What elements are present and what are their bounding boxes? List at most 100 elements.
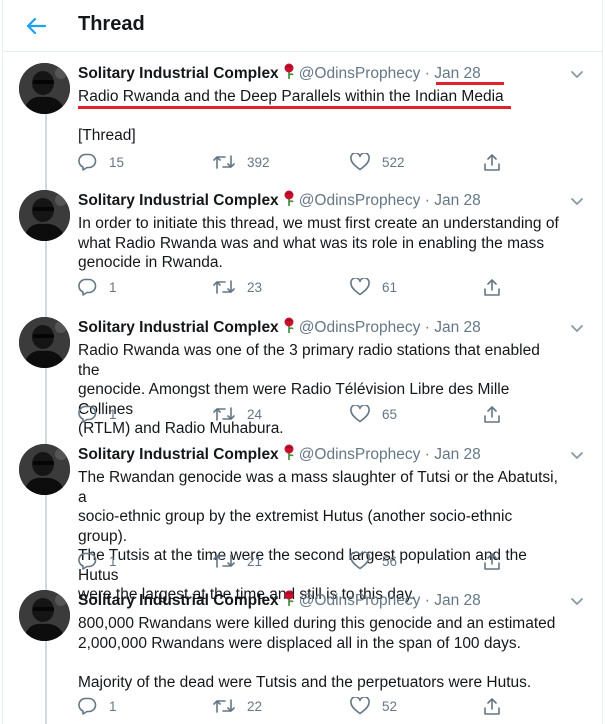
tweet-header: Solitary Industrial Complex @OdinsProphe… <box>78 317 562 340</box>
rose-icon <box>283 444 295 467</box>
tweet-text-line: Radio Rwanda and the Deep Parallels with… <box>78 88 504 105</box>
tweet-text-line <box>78 107 562 127</box>
retweet-count: 22 <box>247 698 263 714</box>
tweet-text-line: Radio Rwanda was one of the 3 primary ra… <box>78 342 540 379</box>
author-handle[interactable]: @OdinsProphecy <box>299 192 421 209</box>
retweet-count: 23 <box>247 279 263 295</box>
tweet-body: Solitary Industrial Complex @OdinsProphe… <box>78 63 562 146</box>
like-button[interactable]: 56 <box>350 552 397 570</box>
reply-button[interactable]: 15 <box>78 153 124 171</box>
tweet-header: Solitary Industrial Complex @OdinsProphe… <box>78 590 562 613</box>
tweet-date[interactable]: Jan 28 <box>434 592 481 609</box>
tweet-menu-button[interactable] <box>568 319 586 337</box>
retweet-button[interactable]: 392 <box>213 153 270 171</box>
tweet-actions: 1 24 65 <box>78 405 508 425</box>
share-button[interactable] <box>483 278 513 297</box>
retweet-button[interactable]: 21 <box>213 552 262 570</box>
tweet-menu-button[interactable] <box>568 192 586 210</box>
tweet-text-line: Majority of the dead were Tutsis and the… <box>78 673 532 691</box>
header-bar: Thread <box>3 0 602 52</box>
thread-connector <box>45 114 47 190</box>
tweet-text: 800,000 Rwandans were killed during this… <box>78 614 562 692</box>
chevron-down-icon <box>571 71 583 78</box>
tweet-text-line: what Radio Rwanda was and what was its r… <box>78 234 545 252</box>
retweet-count: 21 <box>247 553 263 569</box>
reply-count: 1 <box>109 279 117 295</box>
author-name[interactable]: Solitary Industrial Complex <box>78 192 279 209</box>
retweet-count: 392 <box>247 154 270 170</box>
tweet-date[interactable]: Jan 28 <box>434 319 481 336</box>
chevron-down-icon <box>571 452 583 459</box>
author-handle[interactable]: @OdinsProphecy <box>299 446 421 463</box>
reply-icon <box>78 697 97 715</box>
reply-button[interactable]: 1 <box>78 552 117 570</box>
retweet-count: 24 <box>247 406 263 422</box>
avatar[interactable] <box>19 317 70 368</box>
retweet-icon <box>213 280 235 294</box>
author-handle[interactable]: @OdinsProphecy <box>299 65 421 82</box>
like-button[interactable]: 65 <box>350 405 397 423</box>
share-icon <box>484 553 500 570</box>
thread-connector <box>45 641 47 724</box>
retweet-button[interactable]: 24 <box>213 405 262 423</box>
reply-icon <box>78 278 97 296</box>
avatar[interactable] <box>19 63 70 114</box>
heart-icon <box>350 697 370 715</box>
reply-count: 1 <box>109 698 117 714</box>
tweet-menu-button[interactable] <box>568 65 586 83</box>
share-button[interactable] <box>483 552 513 571</box>
retweet-icon <box>213 699 235 713</box>
tweet-text-line: [Thread] <box>78 127 136 144</box>
tweet-text-line: The Rwandan genocide was a mass slaughte… <box>78 469 558 506</box>
tweet-body: Solitary Industrial Complex @OdinsProphe… <box>78 444 562 605</box>
reply-icon <box>78 552 97 570</box>
tweet-menu-button[interactable] <box>568 592 586 610</box>
like-count: 61 <box>382 279 398 295</box>
like-count: 522 <box>382 154 405 170</box>
author-name[interactable]: Solitary Industrial Complex <box>78 592 279 609</box>
share-button[interactable] <box>483 405 513 424</box>
reply-count: 1 <box>109 553 117 569</box>
heart-icon <box>350 552 370 570</box>
avatar[interactable] <box>19 190 70 241</box>
author-handle[interactable]: @OdinsProphecy <box>299 592 421 609</box>
tweet-text-line <box>78 653 562 673</box>
tweet-date[interactable]: Jan 28 <box>434 192 481 209</box>
reply-button[interactable]: 1 <box>78 697 117 715</box>
like-button[interactable]: 52 <box>350 697 397 715</box>
back-button[interactable] <box>21 12 51 40</box>
tweet-date[interactable]: Jan 28 <box>434 446 481 463</box>
tweet-body: Solitary Industrial Complex @OdinsProphe… <box>78 190 562 273</box>
like-count: 65 <box>382 406 398 422</box>
chevron-down-icon <box>571 598 583 605</box>
author-handle[interactable]: @OdinsProphecy <box>299 319 421 336</box>
avatar[interactable] <box>19 590 70 641</box>
author-name[interactable]: Solitary Industrial Complex <box>78 319 279 336</box>
avatar[interactable] <box>19 444 70 495</box>
share-button[interactable] <box>483 697 513 716</box>
retweet-button[interactable]: 22 <box>213 697 262 715</box>
author-name[interactable]: Solitary Industrial Complex <box>78 446 279 463</box>
share-icon <box>484 698 500 715</box>
separator-dot: · <box>424 592 430 609</box>
tweet-text: In order to initiate this thread, we mus… <box>78 214 562 273</box>
share-icon <box>484 406 500 423</box>
retweet-icon <box>213 407 235 421</box>
separator-dot: · <box>424 65 430 82</box>
like-button[interactable]: 522 <box>350 153 405 171</box>
share-button[interactable] <box>483 153 513 172</box>
retweet-button[interactable]: 23 <box>213 278 262 296</box>
author-name[interactable]: Solitary Industrial Complex <box>78 65 279 82</box>
reply-icon <box>78 153 97 171</box>
tweet-actions: 1 21 56 <box>78 552 508 572</box>
tweet-menu-button[interactable] <box>568 446 586 464</box>
reply-button[interactable]: 1 <box>78 278 117 296</box>
tweet-text: Radio Rwanda and the Deep Parallels with… <box>78 87 562 146</box>
separator-dot: · <box>424 446 430 463</box>
tweet-date[interactable]: Jan 28 <box>434 65 481 82</box>
reply-button[interactable]: 1 <box>78 405 117 423</box>
thread-connector <box>45 495 47 590</box>
like-button[interactable]: 61 <box>350 278 397 296</box>
tweet-actions: 1 22 52 <box>78 697 508 717</box>
chevron-down-icon <box>571 325 583 332</box>
